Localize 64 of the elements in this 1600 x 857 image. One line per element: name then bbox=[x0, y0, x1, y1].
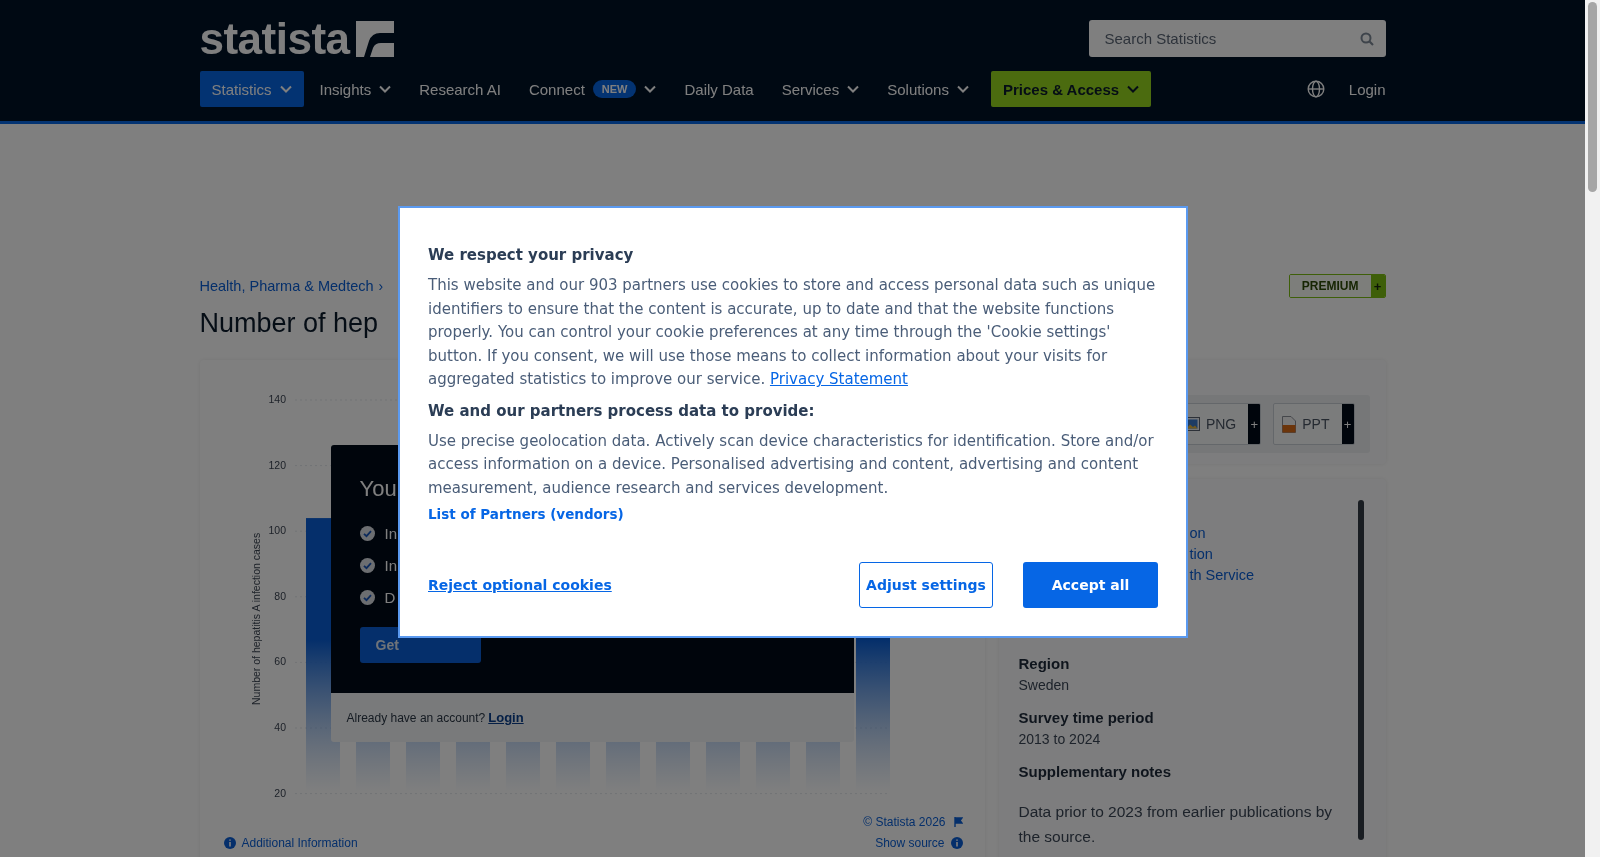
y-tick-label: 20 bbox=[273, 786, 286, 799]
nav-menu-item[interactable]: Daily Data bbox=[672, 71, 766, 107]
premium-badge: PREMIUM + bbox=[1288, 274, 1386, 298]
logo-text[interactable]: statista bbox=[199, 20, 350, 57]
logo-icon[interactable] bbox=[355, 20, 394, 57]
y-tick-label: 100 bbox=[267, 524, 286, 537]
detail-label: Survey time period bbox=[1018, 708, 1155, 728]
promo-heading: You bbox=[359, 475, 397, 503]
additional-info-link[interactable]: Additional Information bbox=[241, 836, 358, 850]
nav-menu-item[interactable]: Connect NEW bbox=[516, 71, 669, 107]
reject-link[interactable]: Reject optional cookies bbox=[428, 577, 612, 593]
accept-all-button[interactable]: Accept all bbox=[1023, 562, 1158, 608]
flag-icon[interactable] bbox=[953, 817, 963, 827]
y-tick-label: 120 bbox=[267, 458, 286, 471]
download-button[interactable]: PPT + bbox=[1273, 403, 1355, 445]
breadcrumb-separator: › bbox=[378, 278, 384, 294]
feature-text: D bbox=[384, 588, 396, 606]
new-badge: NEW bbox=[592, 80, 637, 98]
nav-menu-item[interactable]: Insights bbox=[307, 71, 404, 107]
nav-menu-item[interactable]: Statistics bbox=[199, 71, 304, 107]
y-axis-title: Number of hepatitis A infection cases bbox=[249, 532, 262, 705]
source-link[interactable]: on bbox=[1189, 523, 1346, 544]
detail-value: Sweden bbox=[1018, 676, 1071, 695]
nav-menu-item[interactable]: Solutions bbox=[875, 71, 981, 107]
source-link[interactable]: tion bbox=[1189, 544, 1346, 565]
show-source-link[interactable]: Show source bbox=[875, 836, 945, 850]
document-icon bbox=[1282, 415, 1297, 433]
nav-menu-item[interactable]: Research AI bbox=[407, 71, 513, 107]
scrollbar[interactable] bbox=[1357, 500, 1364, 840]
source-link[interactable]: th Service bbox=[1189, 565, 1346, 586]
purposes-text: Use precise geolocation data. Actively scan device characteristics for identification. Store and/or access information on a device. Personalised advertising and content, advertising and content measurement, audience research and services development. bbox=[428, 430, 1155, 499]
globe-icon[interactable] bbox=[1306, 80, 1325, 98]
info-icon bbox=[950, 837, 963, 849]
login-link[interactable]: Login bbox=[488, 710, 524, 725]
feature-text: In bbox=[384, 524, 397, 542]
check-icon bbox=[359, 589, 375, 605]
nav-menu-item[interactable]: Services bbox=[769, 71, 872, 107]
search-field[interactable]: Search Statistics bbox=[1088, 20, 1386, 57]
y-tick-label: 40 bbox=[273, 721, 286, 733]
partners-link[interactable]: List of Partners (vendors) bbox=[428, 506, 624, 522]
login-link[interactable]: Login bbox=[1348, 80, 1386, 98]
feature-text: In bbox=[384, 556, 397, 574]
detail-value: Data prior to 2023 from earlier publications by the source. bbox=[1018, 802, 1334, 847]
check-icon bbox=[359, 557, 375, 573]
breadcrumb-link[interactable]: Health, Pharma & Medtech bbox=[199, 278, 374, 294]
dialog-title: We respect your privacy bbox=[428, 245, 635, 266]
copyright-link[interactable]: © Statista 2026 bbox=[863, 815, 946, 829]
search-icon[interactable] bbox=[1359, 32, 1374, 46]
nav-menu-item[interactable]: Prices & Access bbox=[990, 71, 1152, 107]
y-tick-label: 140 bbox=[267, 393, 286, 405]
info-icon bbox=[223, 837, 236, 849]
privacy-link[interactable]: Privacy Statement bbox=[769, 370, 908, 388]
consent-text: This website and our 903 partners use cookies to store and access personal data such as unique identifiers to ensure that the content is accurate, up to date and that the website functions properly. You can control your cookie preferences at any time through the 'Cookie settings' button. If you consent, we will use those means to collect information about your visits for aggregated statistics to improve our service. Privacy Statement bbox=[428, 275, 1157, 390]
y-tick-label: 60 bbox=[273, 655, 286, 668]
detail-label: Region bbox=[1018, 654, 1071, 674]
y-tick-label: 80 bbox=[273, 589, 286, 602]
scrollbar[interactable] bbox=[1585, 0, 1600, 857]
detail-value: 2013 to 2024 bbox=[1018, 730, 1102, 749]
dialog-subtitle: We and our partners process data to provide: bbox=[428, 400, 816, 422]
page-title: Number of hep bbox=[199, 307, 379, 340]
account-prompt: Already have an account? bbox=[346, 710, 486, 725]
adjust-settings-button[interactable]: Adjust settings bbox=[859, 562, 993, 608]
check-icon bbox=[359, 525, 375, 541]
detail-label: Supplementary notes bbox=[1018, 762, 1173, 782]
